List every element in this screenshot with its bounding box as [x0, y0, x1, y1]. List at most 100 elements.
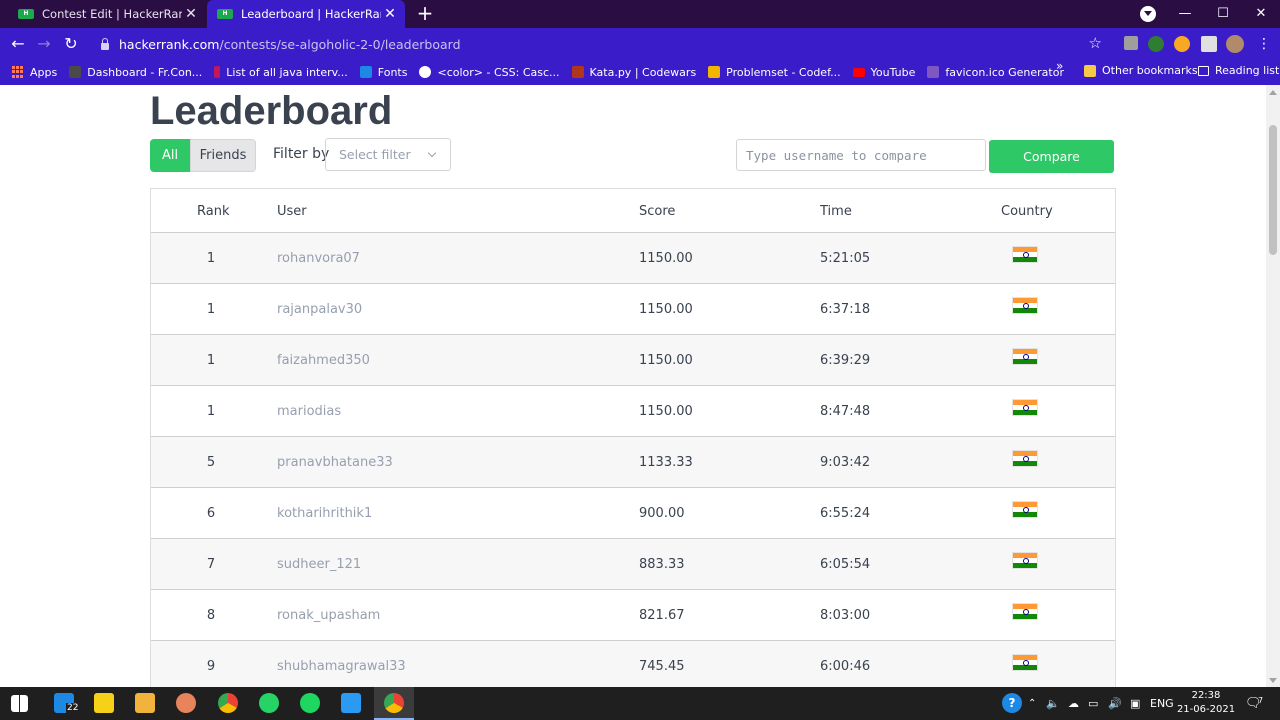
tree-extension-icon[interactable]	[1148, 36, 1164, 52]
rank-cell: 6	[206, 506, 216, 521]
score-cell: 1133.33	[639, 455, 693, 470]
india-flag-icon	[1012, 603, 1038, 620]
filter-all-button[interactable]: All	[150, 139, 190, 172]
window-close-icon[interactable]: ✕	[1242, 0, 1280, 28]
bookmark-star-icon[interactable]: ☆	[1089, 34, 1102, 52]
bookmark-label: Dashboard - Fr.Con...	[87, 65, 203, 79]
table-row: 1 rajanpalav30 1150.00 6:37:18	[151, 284, 1115, 335]
rank-cell: 1	[206, 251, 216, 266]
username-link[interactable]: rajanpalav30	[277, 302, 362, 317]
sticky-notes-icon[interactable]	[94, 693, 114, 713]
profile-avatar[interactable]	[1226, 35, 1244, 53]
app-badge-count: 22	[66, 703, 80, 713]
bookmark-apps[interactable]: Apps	[12, 66, 57, 79]
username-link[interactable]: mariodias	[277, 404, 341, 419]
chrome-profile-icon	[384, 693, 404, 713]
filter-select[interactable]: Select filter	[325, 138, 451, 171]
scroll-down-arrow-icon[interactable]	[1269, 678, 1277, 683]
score-cell: 1150.00	[639, 404, 693, 419]
bookmark-css-color[interactable]: <color> - CSS: Casc...	[419, 66, 560, 79]
time-cell: 5:21:05	[820, 251, 871, 266]
compare-username-input[interactable]	[736, 139, 986, 171]
address-bar[interactable]: hackerrank.com/contests/se-algoholic-2-0…	[90, 31, 1112, 57]
extensions-puzzle-icon[interactable]	[1201, 36, 1217, 52]
menu-kebab-icon[interactable]: ⋮	[1252, 32, 1276, 56]
maximize-icon[interactable]: ☐	[1204, 0, 1242, 28]
column-header-country: Country	[1001, 204, 1053, 219]
close-tab-icon[interactable]: ✕	[182, 6, 200, 22]
username-link[interactable]: faizahmed350	[277, 353, 370, 368]
tab-leaderboard[interactable]: H Leaderboard | HackerRank ✕	[207, 0, 405, 28]
volume-icon[interactable]: 🔊	[1108, 687, 1122, 720]
reading-list[interactable]: Reading list	[1198, 64, 1279, 77]
speaker-icon[interactable]: 🔈	[1046, 687, 1060, 720]
chrome-icon[interactable]	[218, 693, 238, 713]
taskbar-clock[interactable]: 22:38 21-06-2021	[1176, 689, 1236, 717]
bookmark-favicon-icon	[214, 66, 221, 78]
rank-cell: 9	[206, 659, 216, 674]
minimize-icon[interactable]: —	[1166, 0, 1204, 28]
bookmark-codewars[interactable]: Kata.py | Codewars	[571, 66, 696, 79]
bookmark-label: Problemset - Codef...	[726, 65, 841, 79]
pen-extension-icon[interactable]	[1124, 36, 1138, 50]
scrollbar-thumb[interactable]	[1269, 125, 1277, 255]
rank-cell: 1	[206, 404, 216, 419]
tab-search-icon[interactable]	[1140, 6, 1156, 22]
tab-contest-edit[interactable]: H Contest Edit | HackerRank ✕	[8, 0, 206, 28]
active-chrome-window[interactable]	[374, 687, 414, 720]
leaderboard-table: Rank User Score Time Country 1 rohanvora…	[150, 188, 1116, 687]
table-row: 8 ronak_upasham 821.67 8:03:00	[151, 590, 1115, 641]
tray-chevron-up-icon[interactable]: ⌃	[1028, 687, 1036, 720]
bookmarks-overflow-icon[interactable]: »	[1056, 59, 1063, 73]
cloud-icon[interactable]: ☁	[1068, 687, 1079, 720]
back-icon[interactable]: ←	[6, 32, 30, 56]
score-cell: 900.00	[639, 506, 685, 521]
username-link[interactable]: rohanvora07	[277, 251, 360, 266]
network-icon[interactable]: ▣	[1130, 687, 1140, 720]
bookmark-fonts[interactable]: Fonts	[359, 66, 407, 79]
bookmark-dashboard[interactable]: Dashboard - Fr.Con...	[69, 66, 202, 79]
bookmark-favicon-generator[interactable]: favicon.ico Generator	[927, 66, 1064, 79]
close-tab-icon[interactable]: ✕	[381, 6, 399, 22]
vscode-icon[interactable]	[341, 693, 361, 713]
whatsapp-icon[interactable]	[259, 693, 279, 713]
username-link[interactable]: shubhamagrawal33	[277, 659, 406, 674]
bookmark-label: List of all java interv...	[226, 65, 348, 79]
column-header-score: Score	[639, 204, 676, 219]
table-header: Rank User Score Time Country	[151, 189, 1115, 233]
help-icon[interactable]: ?	[1002, 693, 1022, 713]
coin-extension-icon[interactable]	[1174, 36, 1190, 52]
bookmark-label: YouTube	[870, 65, 916, 79]
score-cell: 1150.00	[639, 251, 693, 266]
time-cell: 6:00:46	[820, 659, 871, 674]
battery-icon[interactable]: ▭	[1088, 687, 1098, 720]
column-header-time: Time	[820, 204, 852, 219]
compare-button[interactable]: Compare	[989, 140, 1114, 173]
rank-cell: 1	[206, 353, 216, 368]
username-link[interactable]: kotharihrithik1	[277, 506, 372, 521]
table-row: 1 rohanvora07 1150.00 5:21:05	[151, 233, 1115, 284]
column-header-rank: Rank	[197, 204, 230, 219]
file-explorer-icon[interactable]	[135, 693, 155, 713]
filter-friends-button[interactable]: Friends	[190, 139, 256, 172]
column-header-user: User	[277, 204, 307, 219]
new-tab-icon[interactable]: +	[414, 3, 436, 25]
spotify-icon[interactable]	[300, 693, 320, 713]
page-scrollbar[interactable]	[1266, 85, 1280, 687]
scroll-up-arrow-icon[interactable]	[1269, 90, 1277, 95]
browser-toolbar: ← → ↻ hackerrank.com/contests/se-algohol…	[0, 28, 1280, 59]
bookmark-youtube[interactable]: YouTube	[852, 65, 916, 79]
chevron-down-icon	[427, 148, 437, 158]
username-link[interactable]: sudheer_121	[277, 557, 361, 572]
bookmark-java-interview[interactable]: List of all java interv...	[214, 66, 348, 79]
language-indicator[interactable]: ENG	[1150, 687, 1174, 720]
bookmark-codeforces[interactable]: Problemset - Codef...	[708, 65, 841, 79]
username-link[interactable]: ronak_upasham	[277, 608, 380, 623]
windows-start-icon[interactable]	[11, 695, 28, 712]
snipping-tool-icon[interactable]	[176, 693, 196, 713]
username-link[interactable]: pranavbhatane33	[277, 455, 393, 470]
forward-icon[interactable]: →	[32, 32, 56, 56]
reload-icon[interactable]: ↻	[59, 32, 83, 56]
other-bookmarks[interactable]: Other bookmarks	[1084, 64, 1198, 77]
page-content: Leaderboard All Friends Filter by Select…	[0, 85, 1266, 687]
